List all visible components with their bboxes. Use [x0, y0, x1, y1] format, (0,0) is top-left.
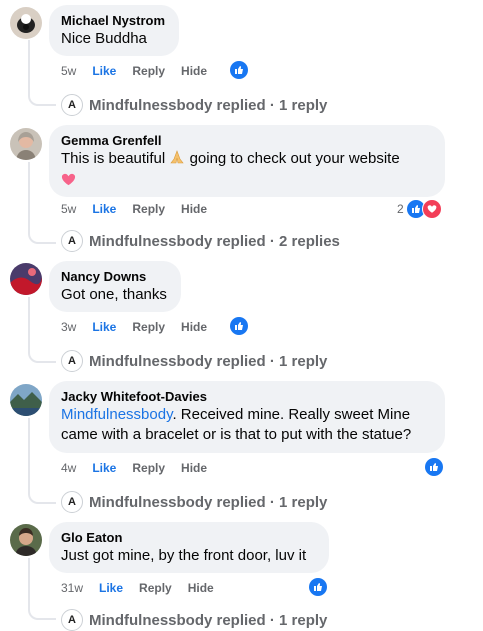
comment-time[interactable]: 3w: [61, 319, 76, 335]
hide-button[interactable]: Hide: [188, 580, 214, 596]
like-button[interactable]: Like: [92, 460, 116, 476]
avatar: A: [61, 94, 83, 116]
comment-bubble: Michael Nystrom Nice Buddha: [49, 5, 179, 56]
comment-actions: 3w Like Reply Hide: [61, 319, 223, 335]
reply-button[interactable]: Reply: [139, 580, 172, 596]
comment-actions: 31w Like Reply Hide: [61, 580, 230, 596]
comment-bubble: Glo Eaton Just got mine, by the front do…: [49, 522, 329, 573]
comment-actions: 5w Like Reply Hide: [61, 201, 223, 217]
comment-time[interactable]: 31w: [61, 580, 83, 596]
replies-link[interactable]: A Mindfulnessbody replied · 1 reply: [61, 609, 327, 631]
avatar[interactable]: [10, 7, 42, 39]
comment-text: Got one, thanks: [61, 286, 167, 303]
comment-actions: 4w Like Reply Hide: [61, 460, 223, 476]
replies-summary[interactable]: Mindfulnessbody replied · 1 reply: [89, 353, 327, 370]
hide-button[interactable]: Hide: [181, 319, 207, 335]
like-button[interactable]: Like: [99, 580, 123, 596]
comment-text: Nice Buddha: [61, 30, 147, 47]
replies-link[interactable]: A Mindfulnessbody replied · 1 reply: [61, 350, 327, 372]
reply-button[interactable]: Reply: [132, 460, 165, 476]
comment-text: This is beautiful going to check out you…: [61, 149, 433, 193]
thread-line: [28, 418, 56, 504]
comment-bubble: Jacky Whitefoot-Davies Mindfulnessbody. …: [49, 381, 445, 453]
comment-text: Mindfulnessbody. Received mine. Really s…: [61, 406, 412, 443]
hide-button[interactable]: Hide: [181, 201, 207, 217]
avatar: A: [61, 491, 83, 513]
like-button[interactable]: Like: [92, 63, 116, 79]
replies-summary[interactable]: Mindfulnessbody replied · 1 reply: [89, 97, 327, 114]
replies-summary[interactable]: Mindfulnessbody replied · 1 reply: [89, 612, 327, 629]
thread-line: [28, 297, 56, 363]
thread-line: [28, 40, 56, 106]
avatar: A: [61, 609, 83, 631]
comment-author[interactable]: Glo Eaton: [61, 529, 317, 546]
comment-time[interactable]: 5w: [61, 201, 76, 217]
thread-line: [28, 162, 56, 244]
reply-button[interactable]: Reply: [132, 201, 165, 217]
comment-author[interactable]: Michael Nystrom: [61, 12, 167, 29]
comment-time[interactable]: 4w: [61, 460, 76, 476]
comment-time[interactable]: 5w: [61, 63, 76, 79]
reply-button[interactable]: Reply: [132, 63, 165, 79]
reaction-count[interactable]: 2: [397, 202, 404, 216]
replies-link[interactable]: A Mindfulnessbody replied · 1 reply: [61, 491, 327, 513]
like-button[interactable]: Like: [92, 319, 116, 335]
avatar[interactable]: [10, 128, 42, 160]
like-icon[interactable]: [230, 317, 248, 335]
comment-author[interactable]: Gemma Grenfell: [61, 132, 433, 149]
like-icon[interactable]: [425, 458, 443, 476]
replies-summary[interactable]: Mindfulnessbody replied · 1 reply: [89, 494, 327, 511]
avatar: A: [61, 350, 83, 372]
comment-text: Just got mine, by the front door, luv it: [61, 547, 307, 564]
comment-author[interactable]: Nancy Downs: [61, 268, 169, 285]
like-icon[interactable]: [230, 61, 248, 79]
avatar[interactable]: [10, 384, 42, 416]
comment-bubble: Gemma Grenfell This is beautiful going t…: [49, 125, 445, 197]
folded-hands-emoji: [169, 149, 185, 171]
replies-summary[interactable]: Mindfulnessbody replied · 2 replies: [89, 233, 340, 250]
thread-line: [28, 558, 56, 620]
comment-actions: 5w Like Reply Hide: [61, 63, 223, 79]
avatar: A: [61, 230, 83, 252]
avatar[interactable]: [10, 263, 42, 295]
like-icon[interactable]: [309, 578, 327, 596]
love-icon[interactable]: [423, 200, 441, 218]
hide-button[interactable]: Hide: [181, 63, 207, 79]
comment-author[interactable]: Jacky Whitefoot-Davies: [61, 388, 433, 405]
comment-bubble: Nancy Downs Got one, thanks: [49, 261, 181, 312]
heart-emoji: [61, 172, 76, 193]
hide-button[interactable]: Hide: [181, 460, 207, 476]
avatar[interactable]: [10, 524, 42, 556]
mention-link[interactable]: Mindfulnessbody: [61, 406, 172, 423]
like-button[interactable]: Like: [92, 201, 116, 217]
replies-link[interactable]: A Mindfulnessbody replied · 1 reply: [61, 94, 327, 116]
replies-link[interactable]: A Mindfulnessbody replied · 2 replies: [61, 230, 340, 252]
reply-button[interactable]: Reply: [132, 319, 165, 335]
